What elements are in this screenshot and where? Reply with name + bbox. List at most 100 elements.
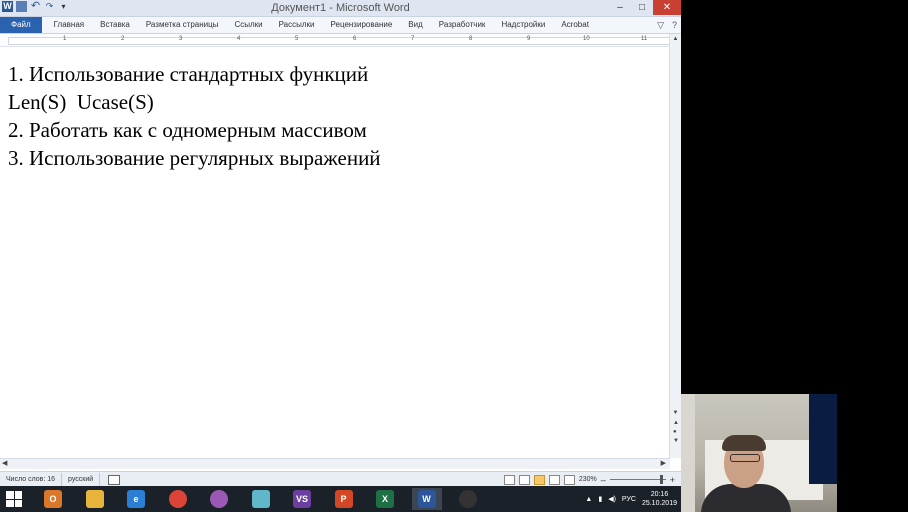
ruler-number: 11 bbox=[641, 36, 648, 42]
obs-glyph bbox=[459, 490, 477, 508]
undo-icon[interactable]: ↶ bbox=[30, 1, 41, 12]
ruler-number: 7 bbox=[411, 36, 415, 42]
tab-mailings[interactable]: Рассылки bbox=[271, 17, 323, 33]
collapse-ribbon-icon[interactable]: ▽ bbox=[657, 17, 664, 33]
taskbar-chrome-icon[interactable] bbox=[163, 488, 193, 510]
ruler-number: 10 bbox=[583, 36, 590, 42]
webcam-person-body bbox=[701, 484, 791, 512]
web-layout-icon[interactable] bbox=[533, 474, 545, 485]
zoom-slider-thumb[interactable] bbox=[659, 475, 663, 484]
redo-icon[interactable]: ↷ bbox=[44, 1, 55, 12]
chrome-glyph bbox=[168, 490, 187, 508]
explorer-glyph bbox=[85, 490, 104, 508]
proofing-icon[interactable] bbox=[108, 474, 121, 485]
zoom-out-button[interactable]: – bbox=[601, 475, 606, 485]
customize-qat-icon[interactable]: ▾ bbox=[58, 1, 69, 12]
ribbon-tabs: Файл Главная Вставка Разметка страницы С… bbox=[0, 17, 681, 34]
browse-object-icon[interactable]: ▲ ● ▼ bbox=[673, 419, 679, 446]
zoom-level[interactable]: 230% bbox=[579, 476, 597, 483]
horizontal-ruler[interactable]: 1 2 3 4 5 6 7 8 9 10 11 bbox=[0, 34, 672, 47]
taskbar-app-icon[interactable] bbox=[246, 488, 276, 510]
draft-icon[interactable] bbox=[563, 474, 575, 485]
taskbar-picasa-icon[interactable] bbox=[204, 488, 234, 510]
scroll-up-icon[interactable]: ▲ bbox=[670, 34, 681, 44]
vertical-scrollbar[interactable]: ▲ ▼ ▲ ● ▼ bbox=[669, 34, 681, 458]
word-window: Документ1 - Microsoft Word W ↶ ↷ ▾ – □ ✕… bbox=[0, 0, 681, 486]
taskbar-powerpoint-icon[interactable]: P bbox=[329, 488, 359, 510]
webcam-person-hair bbox=[722, 435, 766, 451]
webcam-overlay bbox=[681, 394, 837, 512]
clock-time: 20:16 bbox=[650, 491, 669, 498]
volume-icon[interactable]: ◀) bbox=[608, 495, 616, 503]
tab-acrobat[interactable]: Acrobat bbox=[553, 17, 597, 33]
zoom-slider[interactable] bbox=[609, 475, 666, 484]
language-indicator[interactable]: русский bbox=[62, 473, 101, 486]
taskbar: Oe VS P X W ▲ ▮ ◀) РУС 20:16 25.10.2019 bbox=[0, 486, 681, 512]
minimize-button[interactable]: – bbox=[609, 0, 631, 15]
ruler-number: 6 bbox=[353, 36, 357, 42]
tab-references[interactable]: Ссылки bbox=[226, 17, 270, 33]
tab-view[interactable]: Вид bbox=[400, 17, 430, 33]
taskbar-word-icon[interactable]: W bbox=[411, 488, 442, 510]
tab-file[interactable]: Файл bbox=[0, 17, 42, 33]
powerpoint-glyph: P bbox=[334, 490, 353, 508]
keyboard-language[interactable]: РУС bbox=[622, 496, 636, 503]
excel-glyph: X bbox=[376, 490, 394, 508]
document-line[interactable]: Len(S) Ucase(S) bbox=[8, 88, 658, 116]
ruler-number: 1 bbox=[63, 36, 67, 42]
tab-insert[interactable]: Вставка bbox=[92, 17, 138, 33]
ruler-number: 4 bbox=[237, 36, 241, 42]
taskbar-ie-icon[interactable]: e bbox=[121, 488, 151, 510]
zoom-in-button[interactable]: + bbox=[670, 475, 675, 485]
ruler-track: 1 2 3 4 5 6 7 8 9 10 11 bbox=[8, 36, 670, 45]
help-icon[interactable]: ? bbox=[672, 17, 677, 33]
clock-date: 25.10.2019 bbox=[641, 500, 677, 507]
word-glyph: W bbox=[417, 490, 436, 508]
taskbar-outlook-icon[interactable]: O bbox=[38, 488, 68, 510]
taskbar-excel-icon[interactable]: X bbox=[370, 488, 400, 510]
outline-icon[interactable] bbox=[548, 474, 560, 485]
word-count[interactable]: Число слов: 16 bbox=[0, 473, 63, 486]
scroll-down-icon[interactable]: ▼ bbox=[670, 408, 681, 418]
ruler-number: 2 bbox=[121, 36, 125, 42]
tab-home[interactable]: Главная bbox=[46, 17, 92, 33]
full-screen-reading-icon[interactable] bbox=[518, 474, 530, 485]
webcam-window bbox=[809, 394, 837, 484]
tab-developer[interactable]: Разработчик bbox=[431, 17, 494, 33]
word-app-icon[interactable]: W bbox=[2, 1, 13, 12]
quick-access-toolbar: W ↶ ↷ ▾ bbox=[2, 1, 69, 12]
clock[interactable]: 20:16 25.10.2019 bbox=[642, 490, 677, 508]
taskbar-explorer-icon[interactable] bbox=[80, 488, 110, 510]
maximize-button[interactable]: □ bbox=[631, 0, 653, 15]
status-bar: Число слов: 16 русский 230% – + bbox=[0, 471, 681, 486]
windows-start-icon[interactable] bbox=[6, 491, 22, 507]
document-line[interactable]: 1. Использование стандартных функций bbox=[8, 60, 658, 88]
taskbar-visual-studio-icon[interactable]: VS bbox=[287, 488, 317, 510]
visual-studio-glyph: VS bbox=[293, 490, 311, 508]
ie-glyph: e bbox=[127, 490, 145, 508]
tab-addins[interactable]: Надстройки bbox=[493, 17, 553, 33]
view-and-zoom: 230% – + bbox=[503, 472, 675, 486]
close-button[interactable]: ✕ bbox=[653, 0, 681, 15]
ruler-number: 9 bbox=[527, 36, 531, 42]
tab-page-layout[interactable]: Разметка страницы bbox=[138, 17, 227, 33]
document-line[interactable]: 2. Работать как с одномерным массивом bbox=[8, 116, 658, 144]
system-tray: ▲ ▮ ◀) РУС 20:16 25.10.2019 bbox=[585, 486, 677, 512]
webcam-wall bbox=[681, 394, 695, 512]
tab-review[interactable]: Рецензирование bbox=[323, 17, 401, 33]
outlook-glyph: O bbox=[44, 490, 62, 508]
tray-chevron-icon[interactable]: ▲ bbox=[585, 496, 592, 503]
save-icon[interactable] bbox=[16, 1, 27, 12]
webcam-person-glasses bbox=[730, 454, 760, 462]
picasa-glyph bbox=[210, 490, 228, 508]
print-layout-icon[interactable] bbox=[503, 474, 515, 485]
scroll-left-icon[interactable]: ◀ bbox=[2, 459, 7, 469]
ruler-number: 8 bbox=[469, 36, 473, 42]
scroll-right-icon[interactable]: ▶ bbox=[661, 459, 666, 469]
taskbar-obs-icon[interactable] bbox=[453, 488, 483, 510]
document-line[interactable]: 3. Использование регулярных выражений bbox=[8, 144, 658, 172]
document-body[interactable]: 1. Использование стандартных функций Len… bbox=[8, 60, 658, 172]
window-controls: – □ ✕ bbox=[609, 0, 681, 15]
network-icon[interactable]: ▮ bbox=[598, 495, 602, 503]
horizontal-scrollbar[interactable]: ◀ ▶ bbox=[0, 458, 670, 469]
